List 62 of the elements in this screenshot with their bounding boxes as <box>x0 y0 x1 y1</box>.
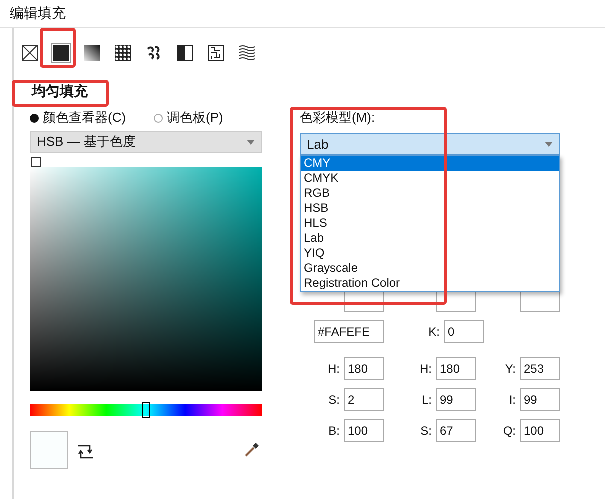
hue-slider[interactable] <box>30 404 262 416</box>
field-label: L: <box>422 392 432 406</box>
caret-icon <box>545 142 553 146</box>
value-field[interactable]: 100 <box>344 419 384 442</box>
picker-handle[interactable] <box>31 157 41 167</box>
field-label: I: <box>509 392 516 406</box>
gradient-icon <box>84 45 100 61</box>
field-label: Q: <box>503 424 516 438</box>
dropdown-option[interactable]: HSB <box>301 201 559 216</box>
radio-option[interactable]: 颜色查看器(C) <box>30 109 126 127</box>
dropdown-option[interactable]: Grayscale <box>301 261 559 276</box>
highlight-box <box>40 28 76 68</box>
hex-field[interactable]: #FAFEFE <box>314 320 384 343</box>
value-field[interactable]: 180 <box>436 357 476 380</box>
dropdown-option[interactable]: Registration Color <box>301 276 559 291</box>
value-field[interactable]: 100 <box>520 419 560 442</box>
field-label: K: <box>428 324 440 338</box>
value-field[interactable]: 2 <box>344 388 384 411</box>
dropdown-option[interactable]: CMYK <box>301 171 559 186</box>
half-filled-square-icon <box>177 45 193 61</box>
color-field[interactable] <box>30 167 262 391</box>
fill-type-button[interactable] <box>20 43 40 63</box>
field-label: B: <box>328 424 340 438</box>
maze-pattern-icon <box>208 45 224 61</box>
field-label: H: <box>420 362 432 376</box>
fill-type-button[interactable] <box>113 43 133 63</box>
value-field[interactable]: 180 <box>344 357 384 380</box>
wave-pattern-icon <box>239 45 255 61</box>
fill-type-button[interactable] <box>237 43 257 63</box>
dot-grid-icon <box>115 45 131 61</box>
viewer-dropdown[interactable]: HSB — 基于色度 <box>30 131 262 153</box>
value-field[interactable]: 99 <box>520 388 560 411</box>
value-field[interactable]: 99 <box>436 388 476 411</box>
crossed-box-icon <box>22 45 38 61</box>
solid-square-icon <box>53 45 69 61</box>
radio-option[interactable]: 调色板(P) <box>154 109 224 127</box>
color-model-dropdown[interactable]: Lab <box>300 133 560 155</box>
dropdown-option[interactable]: Lab <box>301 231 559 246</box>
field-label: S: <box>328 392 340 406</box>
field-label: Y: <box>505 362 516 376</box>
fill-type-button[interactable] <box>206 43 226 63</box>
window-title: 编辑填充 <box>10 4 66 22</box>
color-swatch <box>30 431 68 469</box>
swap-arrows-icon[interactable] <box>77 444 95 460</box>
field-label: H: <box>328 362 340 376</box>
fill-type-button[interactable] <box>51 43 71 63</box>
value-field[interactable]: 253 <box>520 357 560 380</box>
section-title: 均匀填充 <box>32 83 88 101</box>
dropdown-option[interactable]: RGB <box>301 186 559 201</box>
dropdown-option[interactable]: YIQ <box>301 246 559 261</box>
slider-thumb[interactable] <box>142 402 150 418</box>
value-field[interactable]: 0 <box>444 320 484 343</box>
fill-type-button[interactable] <box>82 43 102 63</box>
caret-icon <box>247 140 255 144</box>
value-field[interactable]: 67 <box>436 419 476 442</box>
dropdown-option[interactable]: CMY <box>301 156 559 171</box>
field-label: 色彩模型(M): <box>300 109 376 127</box>
eyedropper-icon[interactable] <box>244 442 260 458</box>
dropdown-option[interactable]: HLS <box>301 216 559 231</box>
fill-type-button[interactable] <box>175 43 195 63</box>
field-label: S: <box>420 424 432 438</box>
swirl-pattern-icon <box>146 45 162 61</box>
